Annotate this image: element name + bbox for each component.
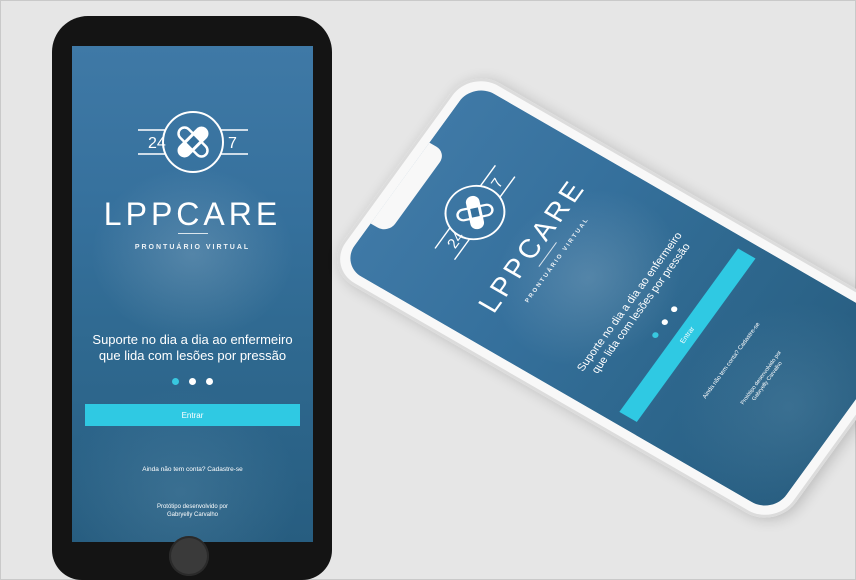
tagline-line-2: que lida com lesões por pressão [98,347,287,363]
signup-link[interactable]: Ainda não tem conta? Cadastre-se [72,466,313,473]
carousel-dot-3[interactable] [206,378,214,385]
svg-text:7: 7 [228,135,237,152]
carousel-indicators [72,372,313,390]
credit-text: Protótipo desenvolvido por Gabryelly Car… [72,504,313,520]
tagline-line-1: Suporte no dia a dia ao enfermeiro [92,332,293,347]
credit-line-1: Protótipo desenvolvido por [156,504,229,510]
tagline: Suporte no dia a dia ao enfermeiro que l… [72,332,313,363]
carousel-dot-2[interactable] [189,378,196,385]
subtitle: PRONTUÁRIO VIRTUAL [134,244,251,251]
brand-divider [178,233,208,234]
carousel-dot-1[interactable] [171,378,179,385]
app-screen-front: 24 7 LPPCARE PRONTUÁRIO VIRTUAL Suporte … [72,46,313,542]
credit-line-2: Gabryelly Carvalho [166,511,219,518]
svg-text:24: 24 [444,229,469,251]
phone-mockup-black: 24 7 LPPCARE PRONTUÁRIO VIRTUAL Suporte … [52,16,332,580]
enter-button[interactable]: Entrar [85,404,300,426]
carousel-dot-1-angled[interactable] [650,331,660,340]
app-screen-angled: 24 7 LPPCARE PRONTUÁRIO VIRTUAL Suporte … [340,81,856,515]
bandage-cross-icon: 24 7 [137,111,248,173]
logo-emblem: 24 7 [118,102,268,182]
carousel-dot-2-angled[interactable] [660,318,670,327]
svg-text:24: 24 [148,135,166,152]
carousel-dot-3-angled[interactable] [670,304,679,313]
home-button-icon[interactable] [169,536,209,576]
phone-mockup-white: 24 7 LPPCARE PRONTUÁRIO VIRTUAL Suporte … [323,66,856,530]
brand-name: LPPCARE [103,196,282,232]
